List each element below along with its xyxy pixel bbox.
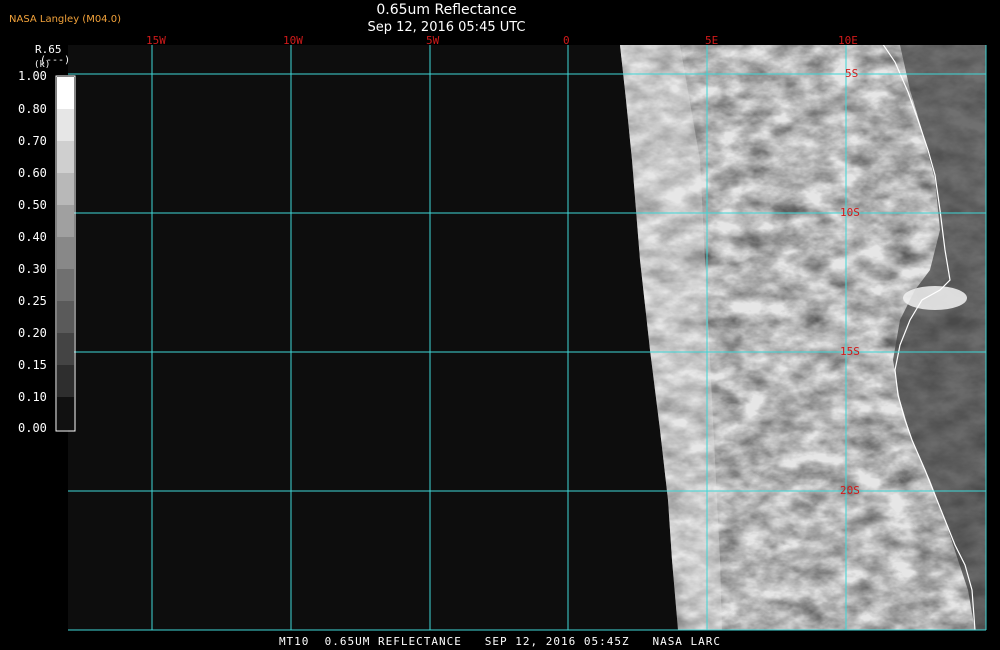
- legend-level-label: 1.00: [18, 69, 47, 83]
- legend-swatch-7: [57, 269, 74, 301]
- lon-label-0: 0: [563, 34, 570, 47]
- legend-level-label: 0.30: [18, 262, 47, 276]
- lat-label-10s: 10S: [840, 206, 860, 219]
- lon-label-5e: 5E: [705, 34, 718, 47]
- lat-label-15s: 15S: [840, 345, 860, 358]
- legend-swatch-4: [57, 173, 74, 205]
- legend-level-label: 0.20: [18, 326, 47, 340]
- legend-level-label: 0.00: [18, 421, 47, 435]
- legend-swatch-6: [57, 237, 74, 269]
- legend-swatch-3: [57, 141, 74, 173]
- legend-swatch-1: [57, 77, 74, 109]
- satellite-map: 15W 10W 5W 0 5E 10E 5S 10S 15S 20S: [0, 0, 1000, 650]
- legend-level-label: 0.10: [18, 390, 47, 404]
- legend-level-label: 0.50: [18, 198, 47, 212]
- legend-level-label: 0.15: [18, 358, 47, 372]
- legend-swatch-8: [57, 301, 74, 333]
- legend-level-label: 0.40: [18, 230, 47, 244]
- timestamp-title: Sep 12, 2016 05:45 UTC: [367, 20, 526, 35]
- lon-label-5w: 5W: [426, 34, 440, 47]
- legend-swatch-5: [57, 205, 74, 237]
- lat-label-20s: 20S: [840, 484, 860, 497]
- legend-level-label: 0.70: [18, 134, 47, 148]
- product-title: 0.65um Reflectance: [376, 2, 517, 18]
- legend-level-label: 0.60: [18, 166, 47, 180]
- legend-swatch-11: [57, 397, 74, 430]
- legend-swatch-2: [57, 109, 74, 141]
- legend-level-label: 0.80: [18, 102, 47, 116]
- lon-label-10e: 10E: [838, 34, 858, 47]
- footer-caption: MT10 0.65UM REFLECTANCE SEP 12, 2016 05:…: [278, 635, 722, 648]
- lat-label-5s: 5S: [845, 67, 858, 80]
- legend-swatch-9: [57, 333, 74, 365]
- legend-level-label: 0.25: [18, 294, 47, 308]
- lon-label-10w: 10W: [283, 34, 303, 47]
- legend-unit: (---): [40, 55, 71, 66]
- lon-label-15w: 15W: [146, 34, 166, 47]
- legend-colorbar: [55, 75, 76, 432]
- legend-swatch-10: [57, 365, 74, 397]
